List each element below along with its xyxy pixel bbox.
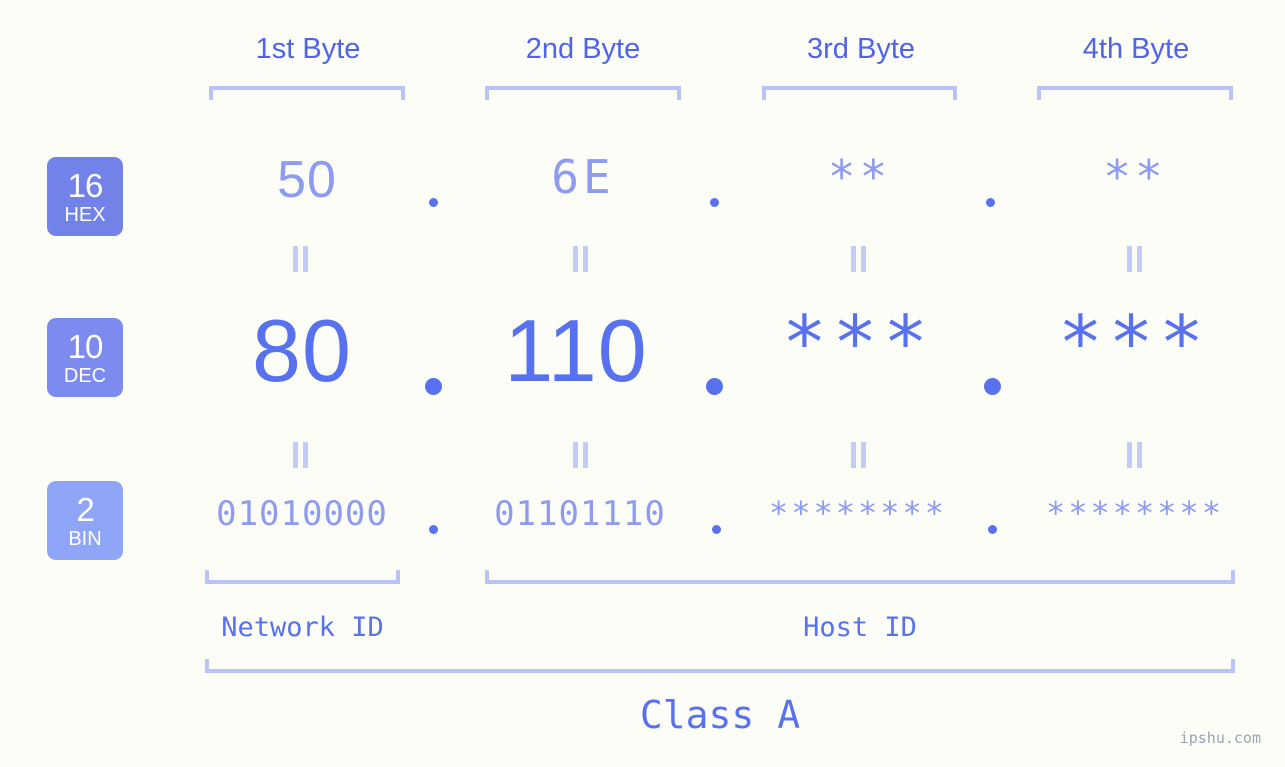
site-watermark: ipshu.com <box>1179 729 1261 747</box>
class-bracket <box>205 659 1235 673</box>
equals-mark-hex-dec-1 <box>292 246 310 272</box>
byte-bracket-1 <box>209 86 405 100</box>
byte-header-4: 4th Byte <box>1082 33 1190 65</box>
bin-dot-2 <box>712 525 721 534</box>
bin-byte-1: 01010000 <box>216 494 388 534</box>
radix-badge-dec-number: 10 <box>67 327 104 365</box>
hex-byte-2: 6E <box>551 150 615 204</box>
network-id-label: Network ID <box>221 612 384 643</box>
equals-mark-hex-dec-2 <box>572 246 590 272</box>
byte-header-1: 1st Byte <box>255 33 361 65</box>
hex-byte-1: 50 <box>277 151 337 209</box>
byte-bracket-3 <box>762 86 957 100</box>
equals-mark-dec-bin-2 <box>572 442 590 468</box>
bin-dot-1 <box>429 525 438 534</box>
byte-bracket-2 <box>485 86 681 100</box>
bin-dot-3 <box>988 525 997 534</box>
hex-dot-2 <box>710 198 719 207</box>
bin-byte-2: 01101110 <box>494 494 666 534</box>
equals-mark-dec-bin-1 <box>292 442 310 468</box>
host-id-label: Host ID <box>803 612 917 643</box>
dec-byte-1: 80 <box>252 301 352 400</box>
dec-byte-3: *** <box>782 300 934 386</box>
bin-byte-3: ******** <box>768 494 948 532</box>
radix-badge-dec-name: DEC <box>63 364 107 387</box>
dec-byte-2: 110 <box>504 301 648 400</box>
equals-mark-dec-bin-4 <box>1126 442 1144 468</box>
radix-badge-bin: 2 BIN <box>47 481 123 560</box>
equals-mark-hex-dec-3 <box>850 246 868 272</box>
hex-dot-1 <box>429 198 438 207</box>
bin-byte-4: ******** <box>1045 494 1225 532</box>
equals-mark-dec-bin-3 <box>850 442 868 468</box>
ip-address-breakdown-diagram: 1st Byte 2nd Byte 3rd Byte 4th Byte 16 H… <box>0 0 1285 767</box>
radix-badge-hex-number: 16 <box>67 166 104 204</box>
dec-dot-3 <box>984 378 1001 395</box>
radix-badge-bin-number: 2 <box>76 490 94 528</box>
hex-byte-4: ** <box>1103 150 1167 204</box>
hex-byte-3: ** <box>827 150 892 204</box>
byte-header-3: 3rd Byte <box>807 33 915 65</box>
dec-dot-1 <box>425 378 442 395</box>
dec-byte-4: *** <box>1058 300 1210 386</box>
hex-dot-3 <box>986 198 995 207</box>
radix-badge-hex-name: HEX <box>64 203 106 226</box>
radix-badge-dec: 10 DEC <box>47 318 123 397</box>
host-id-bracket <box>485 570 1235 584</box>
network-id-bracket <box>205 570 400 584</box>
byte-header-2: 2nd Byte <box>525 33 641 65</box>
byte-bracket-4 <box>1037 86 1233 100</box>
class-label: Class A <box>639 693 801 737</box>
radix-badge-bin-name: BIN <box>68 527 102 550</box>
dec-dot-2 <box>706 378 723 395</box>
equals-mark-hex-dec-4 <box>1126 246 1144 272</box>
radix-badge-hex: 16 HEX <box>47 157 123 236</box>
